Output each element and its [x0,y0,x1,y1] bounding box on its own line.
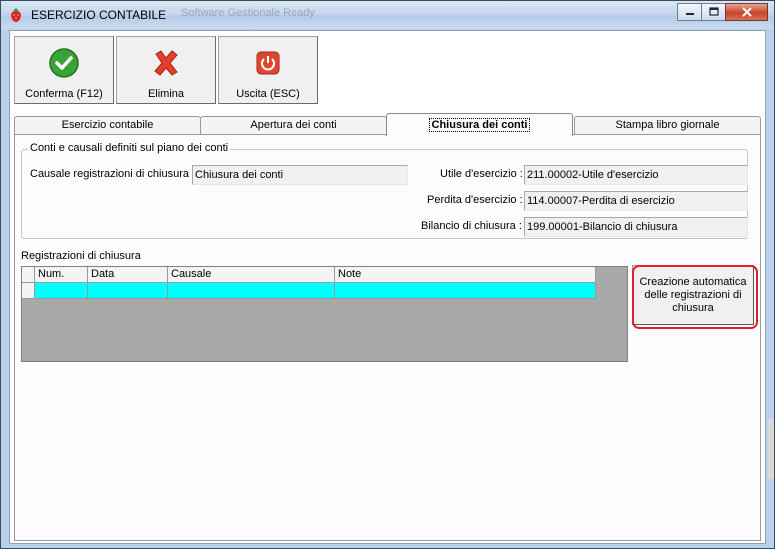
tab-stampa-libro-giornale[interactable]: Stampa libro giornale [574,116,761,135]
window-title: ESERCIZIO CONTABILE [31,8,167,22]
check-icon [49,48,79,78]
red-x-icon [154,50,178,76]
strawberry-icon [11,8,21,22]
utile-label: Utile d'esercizio : [440,168,523,180]
column-header[interactable]: Note [335,267,596,283]
auto-create-label: Creazione automatica delle registrazioni… [639,275,747,314]
column-header[interactable]: Data [88,267,168,283]
column-header[interactable]: Num. [35,267,88,283]
tab-apertura-dei-conti[interactable]: Apertura dei conti [200,116,387,135]
client-area: Conferma (F12) Elimina Uscita (ESC) Eser… [9,30,766,544]
registrazioni-grid[interactable]: Num. Data Causale Note [21,266,628,362]
tab-panel-chiusura: Conti e causali definiti sul piano dei c… [14,134,761,541]
tab-chiusura-dei-conti[interactable]: Chiusura dei conti [386,113,573,136]
power-icon [256,51,280,75]
accounts-group: Conti e causali definiti sul piano dei c… [21,142,748,239]
exit-label: Uscita (ESC) [236,88,300,100]
tab-esercizio-contabile[interactable]: Esercizio contabile [14,116,201,135]
app-window: ESERCIZIO CONTABILE Software Gestionale … [0,0,775,549]
title-bar: ESERCIZIO CONTABILE Software Gestionale … [1,1,774,29]
auto-create-closing-button[interactable]: Creazione automatica delle registrazioni… [632,265,754,325]
delete-label: Elimina [147,88,185,100]
toolbar: Conferma (F12) Elimina Uscita (ESC) [14,36,320,104]
confirm-label: Conferma (F12) [25,88,103,100]
perdita-field[interactable]: 114.00007-Perdita di esercizio [524,191,748,211]
column-header[interactable]: Causale [168,267,335,283]
group-title: Conti e causali definiti sul piano dei c… [28,142,231,154]
table-row[interactable] [22,283,596,299]
maximize-button[interactable] [701,3,726,21]
delete-button[interactable]: Elimina [116,36,216,104]
side-strip [768,419,774,479]
causale-field[interactable]: Chiusura dei conti [192,165,408,185]
causale-label: Causale registrazioni di chiusura : [30,168,196,180]
grid-header: Num. Data Causale Note [22,267,596,283]
row-selector-header [22,267,35,283]
cell-causale[interactable] [168,283,335,299]
background-window-title: Software Gestionale Ready [181,7,315,19]
close-icon [741,7,752,17]
utile-field[interactable]: 211.00002-Utile d'esercizio [524,165,748,185]
cell-note[interactable] [335,283,596,299]
confirm-button[interactable]: Conferma (F12) [14,36,114,104]
close-button[interactable] [725,3,768,21]
window-controls [677,3,768,21]
tab-strip: Esercizio contabile Apertura dei conti C… [14,113,761,136]
perdita-label: Perdita d'esercizio : [427,194,523,206]
exit-button[interactable]: Uscita (ESC) [218,36,318,104]
maximize-icon [708,7,719,16]
cell-data[interactable] [88,283,168,299]
minimize-icon [685,13,694,15]
minimize-button[interactable] [677,3,702,21]
bilancio-label: Bilancio di chiusura : [421,220,522,232]
registrazioni-label: Registrazioni di chiusura [21,250,141,262]
bilancio-field[interactable]: 199.00001-Bilancio di chiusura [524,217,748,237]
cell-num[interactable] [35,283,88,299]
row-selector[interactable] [22,283,35,299]
